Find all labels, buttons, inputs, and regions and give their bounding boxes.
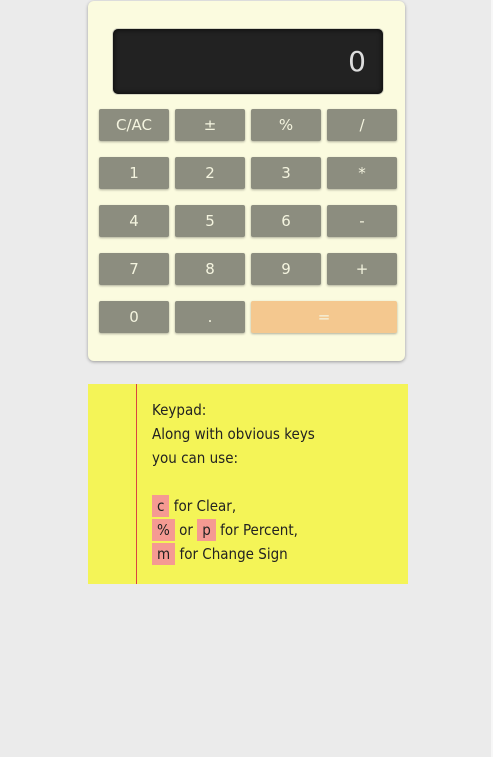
clear-shortcut-row: c for Clear, (152, 494, 392, 518)
percent-shortcut-key: % (152, 519, 175, 541)
clear-shortcut-key: c (152, 495, 170, 517)
percent-shortcut-or: or (179, 521, 193, 539)
percent-button[interactable]: % (251, 109, 321, 141)
multiply-button[interactable]: * (327, 157, 397, 189)
divide-button[interactable]: / (327, 109, 397, 141)
sign-shortcut-key: m (152, 543, 176, 565)
keyboard-help-note: Keypad: Along with obvious keys you can … (88, 384, 408, 584)
keypad: C/AC ±%/ 1 2 3 * 4 5 6- 7 8 9 +0. = (99, 109, 399, 345)
digit-5-button[interactable]: 5 (175, 205, 245, 237)
note-content: Keypad: Along with obvious keys you can … (152, 398, 392, 566)
note-line-2: you can use: (152, 449, 239, 467)
decimal-button[interactable]: . (175, 301, 245, 333)
calculator: 0 C/AC ±%/ 1 2 3 * 4 5 6- 7 8 9 +0. = (88, 1, 405, 361)
subtract-button[interactable]: - (327, 205, 397, 237)
digit-3-button[interactable]: 3 (251, 157, 321, 189)
digit-9-button[interactable]: 9 (251, 253, 321, 285)
clear-shortcut-text: for Clear, (173, 497, 237, 515)
note-title: Keypad: (152, 401, 207, 419)
percent-shortcut-text: for Percent, (220, 521, 298, 539)
add-button[interactable]: + (327, 253, 397, 285)
note-line-1: Along with obvious keys (152, 425, 315, 443)
digit-2-button[interactable]: 2 (175, 157, 245, 189)
clear-button[interactable]: C/AC (99, 109, 169, 141)
digit-0-button[interactable]: 0 (99, 301, 169, 333)
digit-7-button[interactable]: 7 (99, 253, 169, 285)
digit-4-button[interactable]: 4 (99, 205, 169, 237)
sign-shortcut-row: m for Change Sign (152, 542, 392, 566)
sign-shortcut-text: for Change Sign (179, 545, 288, 563)
percent-shortcut-row: % or p for Percent, (152, 518, 392, 542)
calculator-display: 0 (113, 29, 383, 94)
equals-button[interactable]: = (251, 301, 397, 333)
digit-8-button[interactable]: 8 (175, 253, 245, 285)
digit-6-button[interactable]: 6 (251, 205, 321, 237)
note-margin-line (136, 384, 137, 584)
digit-1-button[interactable]: 1 (99, 157, 169, 189)
change-sign-button[interactable]: ± (175, 109, 245, 141)
percent-alt-shortcut-key: p (197, 519, 216, 541)
note-spacer (152, 470, 392, 494)
